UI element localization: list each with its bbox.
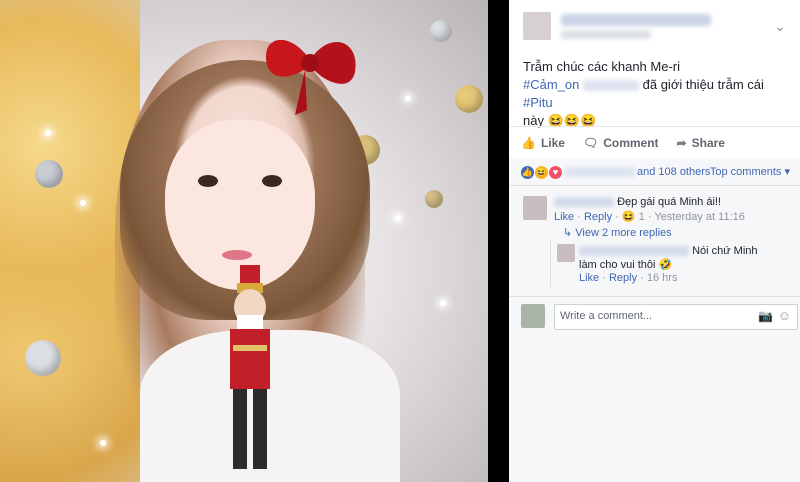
comment-reaction-count: 1 [638,211,645,223]
comment-text: Đẹp gái quá Minh ái!! [617,196,722,208]
love-reaction-icon: ♥ [549,165,562,179]
author-name-redacted[interactable] [561,14,711,26]
reply-thread-line [550,239,551,287]
author-avatar[interactable] [523,12,551,40]
divider [509,126,800,127]
view-more-replies-label: View 2 more replies [575,227,672,239]
ornament [35,160,63,188]
divider [509,185,800,186]
comment-reply-link[interactable]: Reply [584,211,612,223]
top-comments-dropdown[interactable]: Top comments ▾ [710,165,790,178]
left-eye [198,175,218,187]
reply-line-1: Nói chứ Minh [579,244,758,258]
replier-avatar[interactable] [557,244,575,262]
commenter-name-redacted[interactable] [554,197,614,208]
commenter-avatar[interactable] [523,196,547,220]
camera-icon[interactable]: 📷 [758,309,773,323]
nutcracker-figure [230,265,270,469]
reply-meta: Like · Reply · 16 hrs [579,272,678,284]
post-line-3: này 😆😆😆 [523,113,597,128]
share-label: Share [691,136,725,150]
comments-section: 👍 😆 ♥ and 108 others Top comments ▾ Đẹp … [509,158,800,482]
ornament [425,190,443,208]
sparkle [45,130,51,136]
caret-down-icon: ▾ [784,166,790,178]
post-meta-redacted [561,30,651,39]
reply-time[interactable]: 16 hrs [647,272,678,284]
like-label: Like [540,136,565,150]
lips [222,250,252,260]
post-line-2: #Cảm_on đã giới thiệu trẫm cái #Pitu [523,76,793,112]
sparkle [440,300,446,306]
reply-like-link[interactable]: Like [579,272,599,284]
divider [509,296,800,297]
hashtag-pitu[interactable]: #Pitu [523,95,553,110]
hashtag-cam-on[interactable]: #Cảm_on [523,77,579,92]
post-sidebar: ⌄ Trẫm chúc các khanh Me-ri #Cảm_on đã g… [509,0,800,482]
right-eye [262,175,282,187]
red-bow [265,39,356,115]
sparkle [80,200,86,206]
sparkle [395,215,401,221]
top-comments-label: Top comments [709,166,782,178]
reply-reply-link[interactable]: Reply [609,272,637,284]
share-button[interactable]: ➦ Share [677,136,725,150]
post-photo[interactable] [0,0,488,482]
ornament [25,340,61,376]
sparkle [100,440,106,446]
post-text: Trẫm chúc các khanh Me-ri #Cảm_on đã giớ… [523,58,793,130]
replier-name-redacted[interactable] [579,246,689,257]
smiley-icon[interactable]: ☺ [778,308,791,323]
tagged-name-redacted[interactable] [583,80,639,92]
like-button[interactable]: 👍 Like [521,136,565,150]
reply-body: Nói chứ Minh làm cho vui thôi 🤣 [579,244,758,272]
chevron-down-icon[interactable]: ⌄ [774,18,786,35]
comment-like-link[interactable]: Like [554,211,574,223]
share-icon: ➦ [676,136,687,150]
haha-reaction-icon: 😆 [535,165,548,179]
reaction-count[interactable]: and 108 others [637,166,710,178]
comment-body: Đẹp gái quá Minh ái!! [554,196,721,208]
post-text-middle: đã giới thiệu trẫm cái [642,77,764,92]
comment-icon: 🗨 [582,136,599,150]
comment-label: Comment [603,136,659,150]
view-more-replies-link[interactable]: ↳ View 2 more replies [563,226,672,239]
comment-meta: Like · Reply · 😆 1 · Yesterday at 11:16 [554,211,745,223]
comment-placeholder: Write a comment... [560,310,653,322]
reply-arrow-icon: ↳ [563,227,576,239]
like-reaction-icon: 👍 [521,165,534,179]
post-actions: 👍 Like 🗨 Comment ➦ Share [521,134,743,152]
post-line-1: Trẫm chúc các khanh Me-ri [523,59,681,74]
comment-button[interactable]: 🗨 Comment [583,136,659,150]
sparkle [405,95,411,101]
comment-time[interactable]: Yesterday at 11:16 [654,211,745,223]
comment-reaction-icon: 😆 [621,211,636,223]
ornament [455,85,483,113]
reactor-names-redacted[interactable] [565,167,635,177]
reply-text-2: làm cho vui thôi 🤣 [579,259,673,271]
post-header: ⌄ [509,8,800,44]
reply-text-1: Nói chứ Minh [692,245,758,257]
reaction-summary[interactable]: 👍 😆 ♥ and 108 others [521,164,710,180]
ornament [430,20,452,42]
current-user-avatar [521,304,545,328]
like-icon: 👍 [521,136,536,150]
write-comment-input[interactable]: Write a comment... 📷 ☺ [554,304,798,330]
